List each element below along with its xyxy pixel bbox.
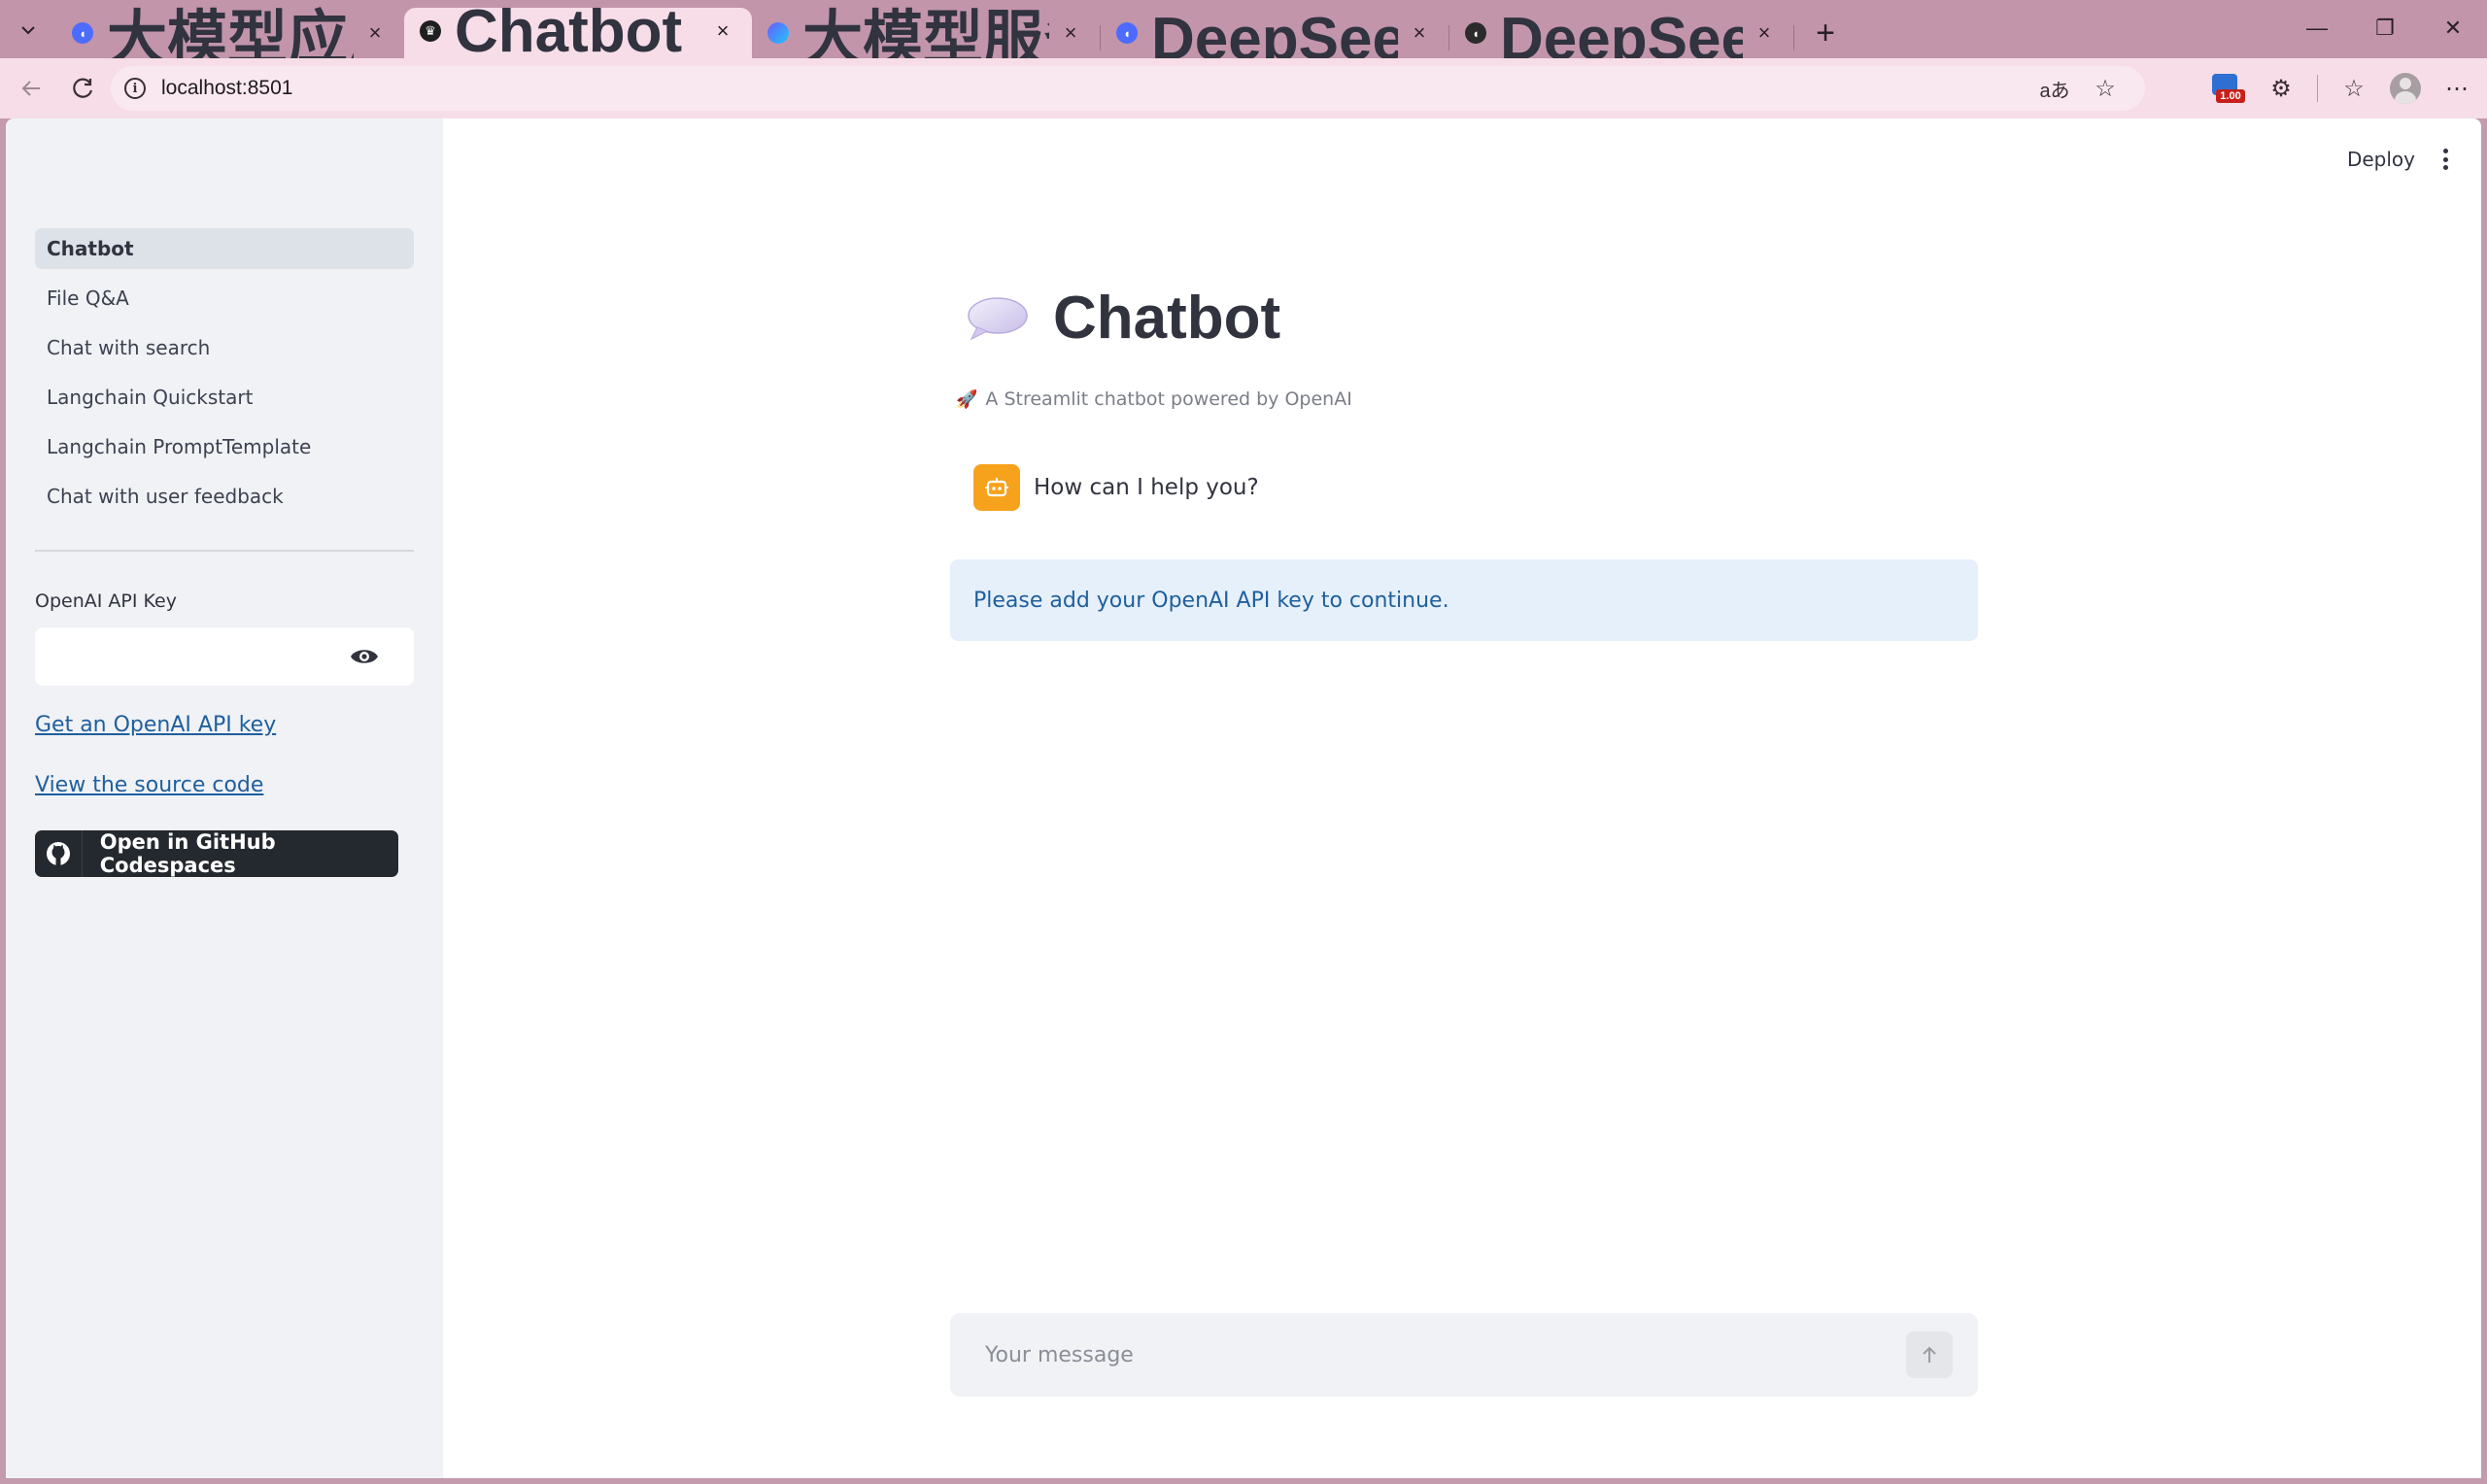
deepseek-icon: ◖	[72, 22, 93, 44]
tab-title: Chatbot	[455, 0, 683, 65]
tab-list-button[interactable]	[12, 14, 45, 47]
deploy-button[interactable]: Deploy	[2347, 148, 2415, 171]
close-icon[interactable]: ×	[1057, 19, 1084, 47]
bailian-icon	[767, 22, 789, 44]
browser-tab[interactable]: ◖ 大模型应用开发实战指南 - DeepSeek ×	[56, 6, 404, 73]
sidebar-item-chat-with-search[interactable]: Chat with search	[35, 327, 414, 368]
new-tab-button[interactable]: +	[1804, 12, 1847, 54]
sidebar-item-langchain-quickstart[interactable]: Langchain Quickstart	[35, 377, 414, 418]
sidebar-item-chat-with-user-feedback[interactable]: Chat with user feedback	[35, 476, 414, 517]
toolbar-divider	[2317, 75, 2318, 102]
arrow-left-icon	[21, 81, 40, 96]
chat-input[interactable]: Your message	[950, 1313, 1978, 1397]
restore-icon[interactable]: ❐	[2351, 0, 2419, 56]
close-icon[interactable]: ×	[361, 19, 389, 47]
page-caption: 🚀 A Streamlit chatbot powered by OpenAI	[956, 388, 1352, 410]
close-icon[interactable]: ×	[1751, 19, 1778, 47]
browser-tabbar: ◖ 大模型应用开发实战指南 - DeepSeek × ♛ Chatbot × 大…	[0, 0, 2487, 73]
translate-icon[interactable]: aあ	[2038, 75, 2071, 103]
browser-tab[interactable]: ◖ DeepSeek 开放平台 ×	[1449, 6, 1793, 73]
github-icon	[35, 830, 83, 877]
profile-avatar[interactable]	[2390, 73, 2421, 104]
rocket-icon: 🚀	[956, 388, 978, 410]
extension-icon[interactable]: 1.00	[2210, 72, 2245, 105]
minimize-icon[interactable]: —	[2283, 0, 2351, 56]
caption-text: A Streamlit chatbot powered by OpenAI	[985, 388, 1352, 410]
sidebar-nav: Chatbot File Q&A Chat with search Langch…	[35, 228, 414, 525]
sidebar-item-langchain-prompttemplate[interactable]: Langchain PromptTemplate	[35, 426, 414, 467]
close-window-icon[interactable]: ✕	[2419, 0, 2487, 56]
main-content: Chatbot 🚀 A Streamlit chatbot powered by…	[950, 118, 1978, 1478]
page-title: Chatbot	[1053, 285, 1281, 352]
chevron-down-icon	[21, 26, 35, 35]
address-bar-actions: aあ ☆	[2038, 66, 2122, 111]
star-icon[interactable]: ☆	[2089, 75, 2122, 103]
more-menu-icon[interactable]: ⋯	[2440, 75, 2473, 103]
close-icon[interactable]: ×	[1406, 19, 1433, 47]
speech-bubble-icon	[968, 296, 1028, 340]
deepseek-icon: ◖	[1465, 22, 1486, 44]
chat-message-assistant: How can I help you?	[973, 464, 1259, 511]
eye-icon[interactable]	[350, 647, 379, 666]
back-button[interactable]	[10, 67, 52, 110]
window-controls: — ❐ ✕	[2283, 0, 2487, 56]
browser-tab-active[interactable]: ♛ Chatbot ×	[404, 0, 752, 65]
extensions-puzzle-icon[interactable]: ⚙	[2265, 75, 2298, 103]
browser-tab[interactable]: ◖ DeepSeek | 深度求索 ×	[1101, 6, 1448, 73]
chat-input-placeholder: Your message	[985, 1342, 1134, 1367]
extension-badge: 1.00	[2216, 89, 2245, 103]
sidebar-item-chatbot[interactable]: Chatbot	[35, 228, 414, 269]
browser-tab[interactable]: 大模型服务平台百炼控制台 ×	[752, 6, 1100, 73]
arrow-up-icon	[1923, 1346, 1936, 1363]
main-menu-icon[interactable]	[2433, 146, 2458, 173]
tab-strip: ◖ 大模型应用开发实战指南 - DeepSeek × ♛ Chatbot × 大…	[56, 0, 1847, 73]
send-button[interactable]	[1906, 1332, 1953, 1378]
page-title-row: Chatbot	[966, 284, 1280, 353]
bot-avatar-icon	[973, 464, 1020, 511]
streamlit-page: Chatbot File Q&A Chat with search Langch…	[6, 118, 2481, 1478]
sidebar-item-file-qa[interactable]: File Q&A	[35, 278, 414, 319]
api-key-label: OpenAI API Key	[35, 590, 177, 612]
chat-message-text: How can I help you?	[1034, 475, 1259, 500]
browser-toolbar: i localhost:8501 aあ ☆ 1.00 ⚙ ☆ ⋯	[0, 58, 2487, 118]
close-icon[interactable]: ×	[709, 17, 736, 45]
toolbar-actions: 1.00 ⚙ ☆ ⋯	[2210, 66, 2473, 111]
sidebar-divider	[35, 550, 414, 552]
deepseek-icon: ◖	[1116, 22, 1138, 44]
tab-divider	[1793, 25, 1794, 51]
get-api-key-link[interactable]: Get an OpenAI API key	[35, 713, 276, 737]
sidebar: Chatbot File Q&A Chat with search Langch…	[6, 118, 443, 1478]
address-bar[interactable]: i localhost:8501 aあ ☆	[111, 66, 2145, 111]
reload-icon	[73, 78, 93, 98]
streamlit-icon: ♛	[420, 20, 441, 42]
view-source-link[interactable]: View the source code	[35, 773, 263, 797]
url-text[interactable]: localhost:8501	[161, 77, 292, 100]
site-info-icon[interactable]: i	[124, 78, 146, 99]
codespaces-button-label: Open in GitHub Codespaces	[99, 830, 276, 877]
favorites-icon[interactable]: ☆	[2337, 75, 2370, 103]
info-alert: Please add your OpenAI API key to contin…	[950, 559, 1978, 641]
reload-button[interactable]	[62, 67, 105, 110]
open-codespaces-button[interactable]: Open in GitHub Codespaces	[35, 830, 398, 877]
